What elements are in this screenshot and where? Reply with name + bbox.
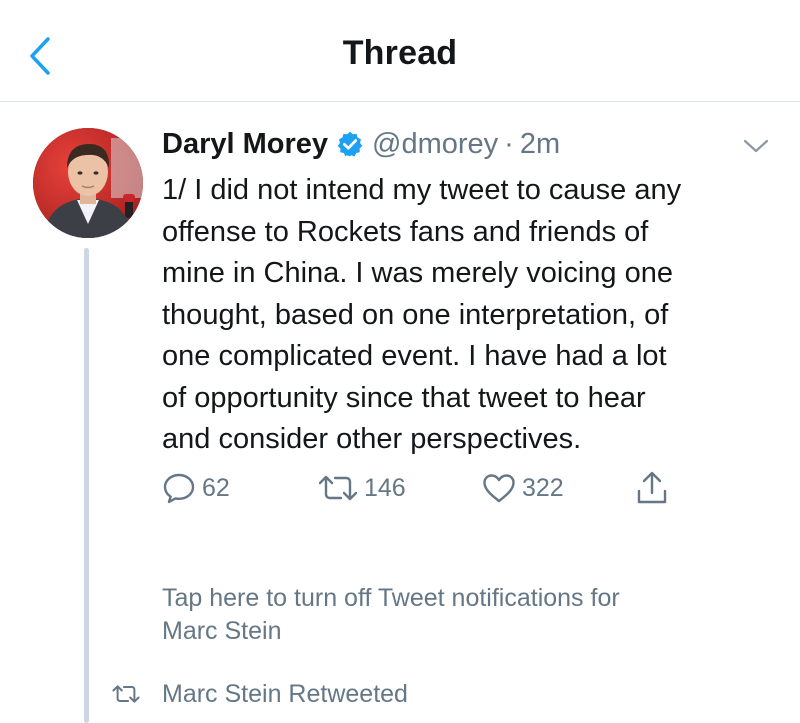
- tweet-action-bar: 62 146 322: [160, 470, 700, 506]
- heart-icon: [483, 474, 515, 503]
- reply-icon: [163, 473, 195, 504]
- author-handle[interactable]: @dmorey: [372, 128, 498, 161]
- tweet-text-line: one complicated event. I have had a lot: [162, 340, 667, 372]
- reply-count: 62: [202, 473, 230, 502]
- turn-off-notifications-link[interactable]: Tap here to turn off Tweet notifications…: [162, 582, 742, 648]
- thread-connector-line: [84, 248, 89, 723]
- meta-separator: ·: [504, 127, 514, 160]
- share-button[interactable]: [636, 470, 668, 506]
- reply-button[interactable]: 62: [162, 470, 230, 506]
- share-icon: [637, 471, 667, 504]
- author-display-name[interactable]: Daryl Morey: [162, 128, 328, 161]
- tweet-text-line: thought, based on one interpretation, of: [162, 298, 669, 331]
- tweet-text-line: 1/ I did not intend my tweet to cause an…: [162, 174, 682, 206]
- tweet-text-line: offense to Rockets fans and friends of: [162, 215, 649, 248]
- verified-badge-icon: [337, 131, 363, 157]
- tweet-author-row: Daryl Morey @dmorey · 2m: [162, 124, 560, 164]
- retweet-icon: [112, 685, 140, 703]
- tweet-text: 1/ I did not intend my tweet to cause an…: [162, 170, 762, 461]
- retweet-context-label[interactable]: Marc Stein Retweeted: [162, 680, 408, 709]
- retweet-icon: [318, 475, 358, 501]
- like-button[interactable]: 322: [482, 470, 564, 506]
- retweet-button[interactable]: 146: [318, 470, 406, 506]
- like-count: 322: [522, 473, 564, 502]
- avatar[interactable]: [33, 128, 143, 238]
- tweet-text-line: mine in China. I was merely voicing one: [162, 257, 673, 289]
- tweet-text-line: of opportunity since that tweet to hear: [162, 381, 646, 414]
- notification-text-line: Marc Stein: [162, 617, 282, 645]
- tweet-text-line: and consider other perspectives.: [162, 423, 582, 455]
- retweet-count: 146: [364, 473, 406, 502]
- notification-text-line: Tap here to turn off Tweet notifications…: [162, 584, 620, 612]
- tweet-timestamp[interactable]: 2m: [520, 128, 560, 161]
- avatar-photo: [33, 128, 143, 238]
- retweet-context: Marc Stein Retweeted: [112, 676, 408, 712]
- chevron-down-icon: [743, 139, 769, 153]
- tweet-menu-button[interactable]: [736, 132, 776, 160]
- page-title: Thread: [342, 34, 458, 72]
- top-bar: Thread: [0, 0, 800, 102]
